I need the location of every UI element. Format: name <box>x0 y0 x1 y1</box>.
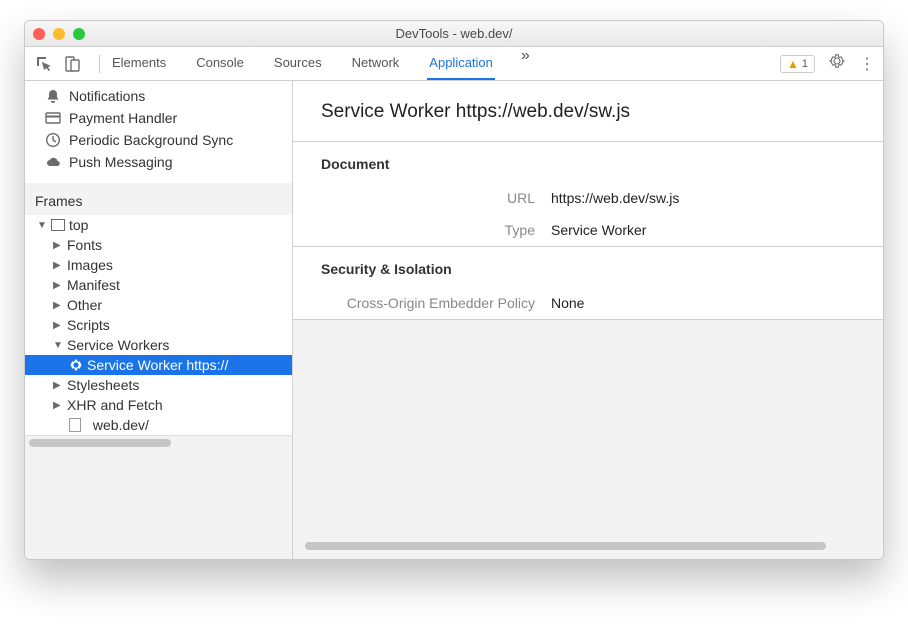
sidebar-item-periodic-bg-sync[interactable]: Periodic Background Sync <box>25 129 292 151</box>
sidebar-item-label: Notifications <box>69 88 145 104</box>
coep-label: Cross-Origin Embedder Policy <box>321 295 551 311</box>
detail-panel: Service Worker https://web.dev/sw.js Doc… <box>293 81 883 559</box>
gear-icon <box>69 358 83 372</box>
application-sidebar: Notifications Payment Handler Periodic B… <box>25 81 293 559</box>
chevron-right-icon: ▶ <box>53 300 63 311</box>
tree-item-label: Images <box>67 257 113 273</box>
warning-icon: ▲ <box>787 57 799 71</box>
chevron-right-icon: ▶ <box>53 260 63 271</box>
security-section: Security & Isolation Cross-Origin Embedd… <box>293 246 883 319</box>
tree-item-label: top <box>69 217 88 233</box>
card-icon <box>45 110 61 126</box>
window-title: DevTools - web.dev/ <box>25 26 883 41</box>
chevron-right-icon: ▶ <box>53 240 63 251</box>
tab-network[interactable]: Network <box>350 47 402 80</box>
document-section: Document URL https://web.dev/sw.js Type … <box>293 141 883 246</box>
type-value: Service Worker <box>551 222 646 238</box>
tab-console[interactable]: Console <box>194 47 246 80</box>
tab-application[interactable]: Application <box>427 47 495 80</box>
devtools-window: DevTools - web.dev/ Elements Console Sou… <box>24 20 884 560</box>
chevron-right-icon: ▶ <box>53 280 63 291</box>
detail-empty-area <box>293 319 883 559</box>
tree-item-label: Service Workers <box>67 337 169 353</box>
cloud-icon <box>45 154 61 170</box>
sidebar-item-notifications[interactable]: Notifications <box>25 85 292 107</box>
tree-item-label: Service Worker https:// <box>87 357 228 373</box>
url-value: https://web.dev/sw.js <box>551 190 679 206</box>
coep-value: None <box>551 295 584 311</box>
chevron-down-icon: ▼ <box>37 220 47 231</box>
warnings-badge[interactable]: ▲ 1 <box>780 55 815 73</box>
url-label: URL <box>321 190 551 206</box>
tree-item-service-workers[interactable]: ▼ Service Workers <box>25 335 292 355</box>
tree-item-stylesheets[interactable]: ▶ Stylesheets <box>25 375 292 395</box>
body: Notifications Payment Handler Periodic B… <box>25 81 883 559</box>
tree-item-top[interactable]: ▼ top <box>25 215 292 235</box>
titlebar: DevTools - web.dev/ <box>25 21 883 47</box>
frame-icon <box>51 219 65 231</box>
inspect-element-icon[interactable] <box>33 53 55 75</box>
toolbar-right: ▲ 1 ⋮ <box>780 53 875 74</box>
tree-item-file[interactable]: web.dev/ <box>25 415 292 435</box>
type-row: Type Service Worker <box>293 214 883 246</box>
scrollbar-thumb[interactable] <box>305 542 826 550</box>
sidebar-horizontal-scrollbar[interactable] <box>25 435 292 449</box>
url-row: URL https://web.dev/sw.js <box>293 182 883 214</box>
scrollbar-thumb[interactable] <box>29 439 171 447</box>
detail-title: Service Worker https://web.dev/sw.js <box>293 81 883 141</box>
chevron-down-icon: ▼ <box>53 340 63 351</box>
sidebar-item-label: Payment Handler <box>69 110 177 126</box>
tree-item-images[interactable]: ▶ Images <box>25 255 292 275</box>
main-horizontal-scrollbar[interactable] <box>301 539 875 553</box>
tree-item-fonts[interactable]: ▶ Fonts <box>25 235 292 255</box>
background-services-list: Notifications Payment Handler Periodic B… <box>25 81 292 183</box>
tree-item-label: Fonts <box>67 237 102 253</box>
tree-item-label: Stylesheets <box>67 377 139 393</box>
chevron-right-icon: ▶ <box>53 320 63 331</box>
tree-item-scripts[interactable]: ▶ Scripts <box>25 315 292 335</box>
file-icon <box>69 418 81 432</box>
tree-item-label: Manifest <box>67 277 120 293</box>
toolbar-separator <box>99 55 100 73</box>
tree-item-label: Other <box>67 297 102 313</box>
tree-item-xhr-fetch[interactable]: ▶ XHR and Fetch <box>25 395 292 415</box>
warnings-count: 1 <box>802 58 808 70</box>
settings-gear-icon[interactable] <box>829 53 845 74</box>
tab-sources[interactable]: Sources <box>272 47 324 80</box>
kebab-menu-icon[interactable]: ⋮ <box>859 54 875 74</box>
bell-icon <box>45 88 61 104</box>
tree-item-label: XHR and Fetch <box>67 397 163 413</box>
coep-row: Cross-Origin Embedder Policy None <box>293 287 883 319</box>
chevron-right-icon: ▶ <box>53 380 63 391</box>
clock-icon <box>45 132 61 148</box>
panel-tabs: Elements Console Sources Network Applica… <box>110 47 780 80</box>
chevron-right-icon: ▶ <box>53 400 63 411</box>
tree-item-service-worker-selected[interactable]: Service Worker https:// <box>25 355 292 375</box>
frames-tree: ▼ top ▶ Fonts ▶ Images ▶ Manifest ▶ Other ▶ S… <box>25 215 292 435</box>
tree-item-label: Scripts <box>67 317 110 333</box>
sidebar-item-payment-handler[interactable]: Payment Handler <box>25 107 292 129</box>
type-label: Type <box>321 222 551 238</box>
sidebar-item-label: Push Messaging <box>69 154 173 170</box>
device-toggle-icon[interactable] <box>61 53 83 75</box>
tree-item-manifest[interactable]: ▶ Manifest <box>25 275 292 295</box>
sidebar-item-label: Periodic Background Sync <box>69 132 233 148</box>
devtools-toolbar: Elements Console Sources Network Applica… <box>25 47 883 81</box>
sidebar-item-push-messaging[interactable]: Push Messaging <box>25 151 292 173</box>
tab-elements[interactable]: Elements <box>110 47 168 80</box>
security-section-header: Security & Isolation <box>293 247 883 287</box>
frames-section-header: Frames <box>25 183 292 215</box>
tree-item-other[interactable]: ▶ Other <box>25 295 292 315</box>
tree-item-label: web.dev/ <box>93 417 149 433</box>
document-section-header: Document <box>293 142 883 182</box>
more-tabs-button[interactable]: » <box>521 47 530 80</box>
